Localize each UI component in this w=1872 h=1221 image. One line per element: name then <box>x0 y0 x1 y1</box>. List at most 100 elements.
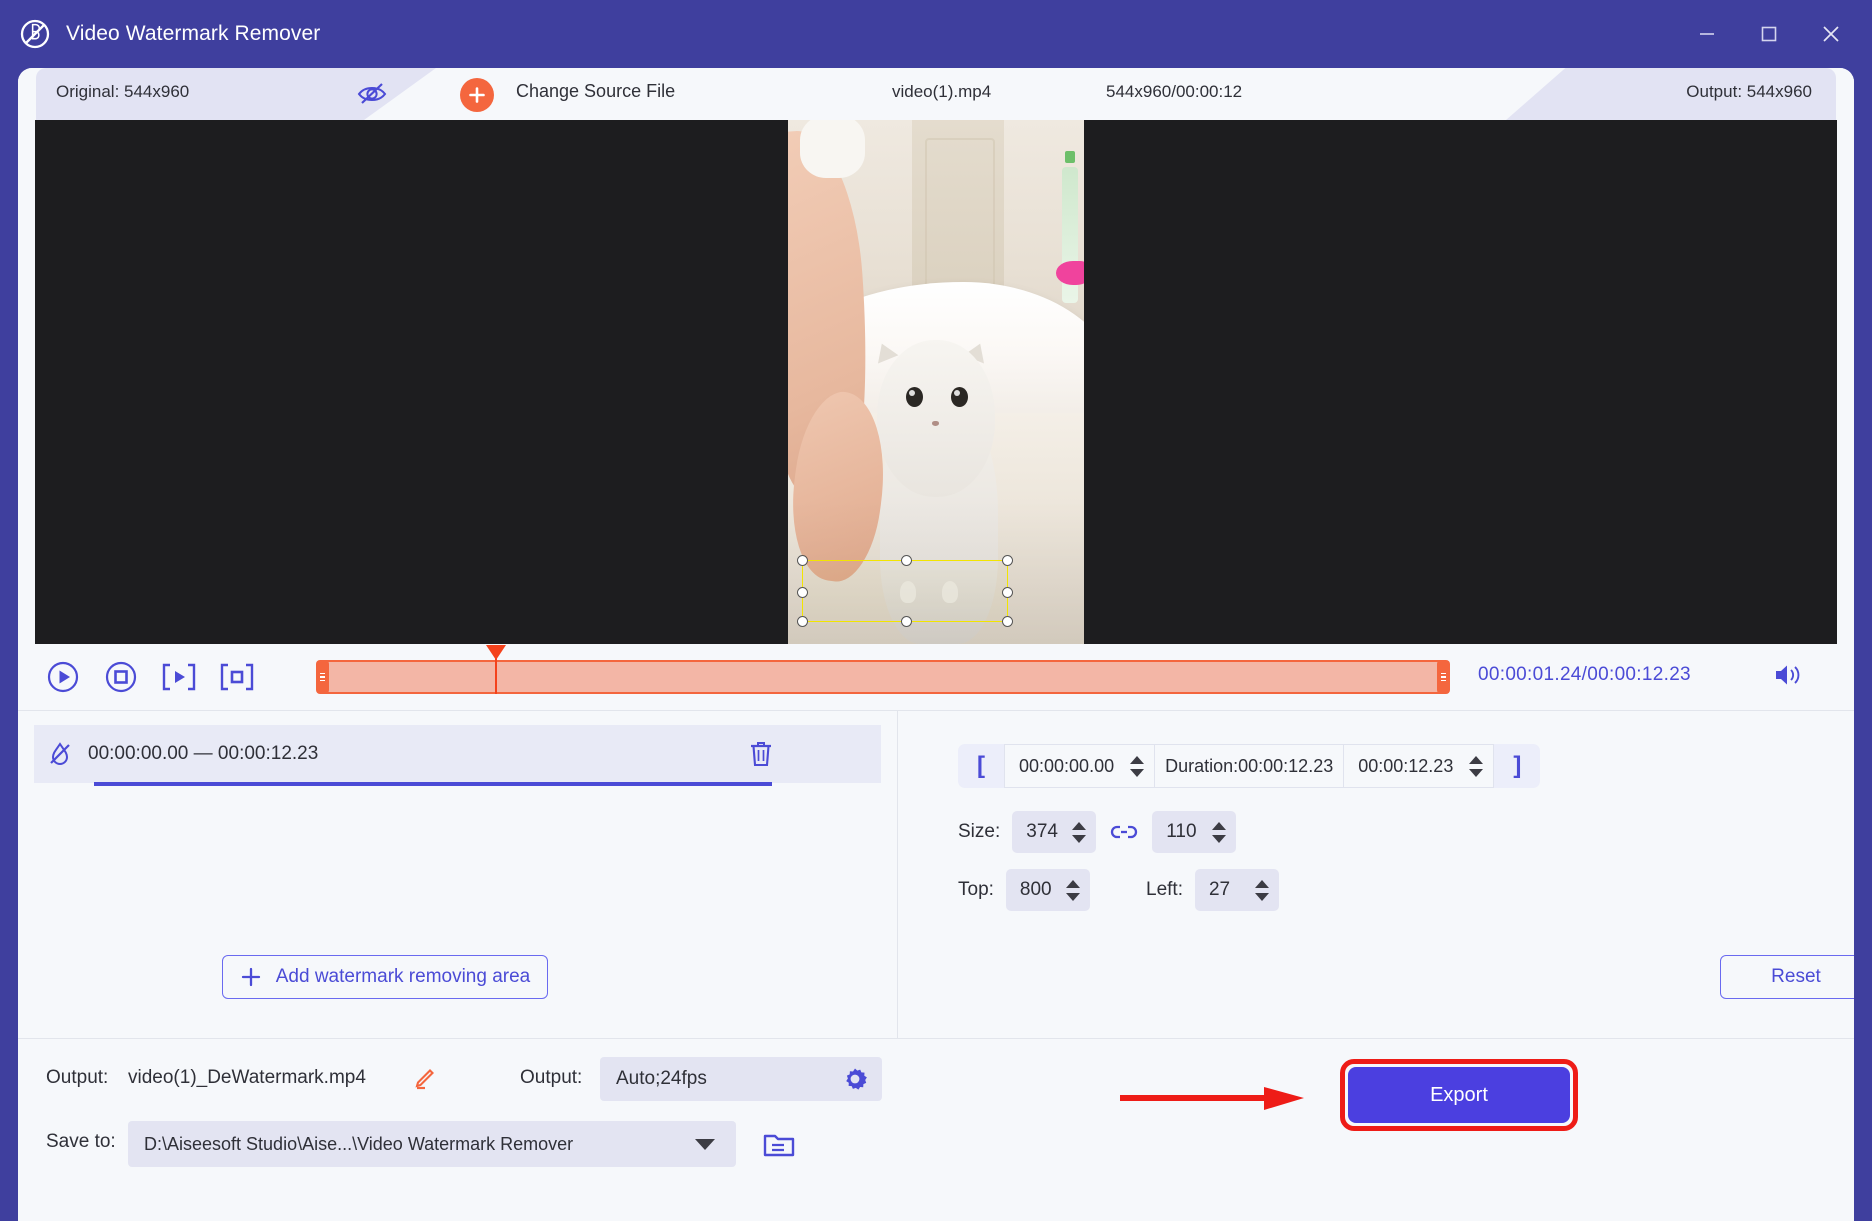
playback-toolbar: 00:00:01.24/00:00:12.23 <box>18 644 1854 710</box>
top-label: Top: <box>958 879 994 900</box>
export-button[interactable]: Export <box>1348 1067 1570 1123</box>
resize-handle-nw[interactable] <box>797 555 808 566</box>
output-name-label: Output: <box>46 1067 109 1088</box>
left-arrows[interactable] <box>1253 879 1279 901</box>
eye-off-icon[interactable] <box>356 79 388 109</box>
maximize-icon[interactable] <box>1738 0 1800 68</box>
add-watermark-area-button[interactable]: Add watermark removing area <box>222 955 548 999</box>
top-stepper[interactable]: 800 <box>1005 869 1090 911</box>
folder-icon[interactable] <box>762 1129 796 1159</box>
pencil-icon[interactable] <box>412 1067 436 1091</box>
end-time-value: 00:00:12.23 <box>1358 755 1454 776</box>
set-in-point-icon[interactable] <box>160 658 198 696</box>
size-width-arrows[interactable] <box>1070 821 1096 843</box>
source-bar: Original: 544x960 Change Source File vid… <box>18 68 1854 120</box>
add-source-button[interactable] <box>460 78 494 112</box>
end-bracket-button[interactable]: ] <box>1494 744 1540 788</box>
application-window: Video Watermark Remover Original: 544x96… <box>0 0 1872 1221</box>
stepper-up-icon[interactable] <box>1065 879 1080 888</box>
main-panel: Original: 544x960 Change Source File vid… <box>18 68 1854 1221</box>
size-height-arrows[interactable] <box>1210 821 1236 843</box>
start-bracket-button[interactable]: [ <box>958 744 1004 788</box>
resize-handle-ne[interactable] <box>1002 555 1013 566</box>
source-file-name: video(1).mp4 <box>892 82 992 101</box>
resize-handle-e[interactable] <box>1002 587 1013 598</box>
size-width-stepper[interactable]: 374 <box>1012 811 1097 853</box>
left-stepper[interactable]: 27 <box>1194 869 1279 911</box>
duration-label: Duration:00:00:12.23 <box>1155 744 1345 788</box>
editor-lower-pane: 00:00:00.00 — 00:00:12.23 Add watermark … <box>18 710 1854 1039</box>
save-to-dropdown[interactable] <box>674 1121 736 1167</box>
size-height-value: 110 <box>1166 821 1197 842</box>
save-to-select[interactable]: D:\Aiseesoft Studio\Aise...\Video Waterm… <box>128 1121 708 1167</box>
link-icon[interactable] <box>1110 821 1138 843</box>
add-watermark-area-label: Add watermark removing area <box>275 966 531 987</box>
gear-icon[interactable] <box>840 1064 870 1094</box>
resize-handle-se[interactable] <box>1002 616 1013 627</box>
output-file-name: video(1)_DeWatermark.mp4 <box>128 1067 366 1088</box>
red-arrow-icon <box>1118 1085 1308 1113</box>
stepper-down-icon[interactable] <box>1072 834 1087 843</box>
trim-handle-left[interactable] <box>316 660 329 694</box>
set-out-point-icon[interactable] <box>218 658 256 696</box>
resize-handle-n[interactable] <box>901 555 912 566</box>
watermark-selection-box[interactable] <box>797 555 1013 627</box>
watermark-area-icon <box>46 740 74 768</box>
resize-handle-sw[interactable] <box>797 616 808 627</box>
left-value: 27 <box>1208 879 1231 900</box>
stepper-up-icon[interactable] <box>1212 821 1227 830</box>
playhead[interactable] <box>486 645 506 694</box>
page-title: Video Watermark Remover <box>66 22 321 45</box>
timeline-range[interactable] <box>318 660 1448 694</box>
resize-handle-s[interactable] <box>901 616 912 627</box>
stepper-down-icon[interactable] <box>1130 768 1145 777</box>
left-label: Left: <box>1146 879 1183 900</box>
stepper-up-icon[interactable] <box>1469 755 1484 764</box>
stepper-up-icon[interactable] <box>1254 879 1269 888</box>
start-time-stepper[interactable]: 00:00:00.00 <box>1004 744 1156 788</box>
top-arrows[interactable] <box>1064 879 1090 901</box>
top-value: 800 <box>1019 879 1052 900</box>
stop-circle-icon[interactable] <box>102 658 140 696</box>
list-item-label: 00:00:00.00 — 00:00:12.23 <box>88 743 319 764</box>
stepper-down-icon[interactable] <box>1254 892 1269 901</box>
output-format-select[interactable]: Auto;24fps <box>600 1057 882 1101</box>
watermark-area-list: 00:00:00.00 — 00:00:12.23 Add watermark … <box>18 711 898 1039</box>
timeline-track[interactable] <box>316 645 1450 694</box>
export-button-label: Export <box>1430 1083 1488 1106</box>
reset-button-label: Reset <box>1771 966 1821 987</box>
save-to-path: D:\Aiseesoft Studio\Aise...\Video Waterm… <box>144 1133 574 1154</box>
resize-handle-w[interactable] <box>797 587 808 598</box>
plus-icon <box>241 967 260 987</box>
stepper-up-icon[interactable] <box>1072 821 1087 830</box>
plus-icon <box>469 87 485 103</box>
reset-button[interactable]: Reset <box>1720 955 1854 999</box>
left-row: Left: 27 <box>1146 869 1279 911</box>
change-source-file-button[interactable]: Change Source File <box>516 81 675 102</box>
chevron-down-icon[interactable] <box>695 1138 715 1150</box>
playback-time: 00:00:01.24/00:00:12.23 <box>1478 664 1691 685</box>
start-time-arrows[interactable] <box>1128 755 1154 777</box>
trim-handle-right[interactable] <box>1437 660 1450 694</box>
start-time-value: 00:00:00.00 <box>1019 755 1115 776</box>
end-time-arrows[interactable] <box>1467 755 1493 777</box>
size-label: Size: <box>958 821 1001 842</box>
time-range-group: [ 00:00:00.00 Duration:00:00:12.23 00:00… <box>958 744 1541 788</box>
window-controls <box>1676 0 1872 68</box>
video-frame <box>788 120 1084 644</box>
play-circle-icon[interactable] <box>44 658 82 696</box>
save-to-label: Save to: <box>46 1131 116 1152</box>
video-preview[interactable] <box>35 120 1837 644</box>
stepper-down-icon[interactable] <box>1469 768 1484 777</box>
size-width-value: 374 <box>1026 821 1058 842</box>
end-time-stepper[interactable]: 00:00:12.23 <box>1344 744 1495 788</box>
size-height-stepper[interactable]: 110 <box>1152 811 1237 853</box>
stepper-down-icon[interactable] <box>1065 892 1080 901</box>
volume-icon[interactable] <box>1772 660 1804 690</box>
trash-icon[interactable] <box>747 739 775 769</box>
close-icon[interactable] <box>1800 0 1862 68</box>
stepper-down-icon[interactable] <box>1212 834 1227 843</box>
list-item[interactable]: 00:00:00.00 — 00:00:12.23 <box>34 725 881 786</box>
minimize-icon[interactable] <box>1676 0 1738 68</box>
stepper-up-icon[interactable] <box>1130 755 1145 764</box>
